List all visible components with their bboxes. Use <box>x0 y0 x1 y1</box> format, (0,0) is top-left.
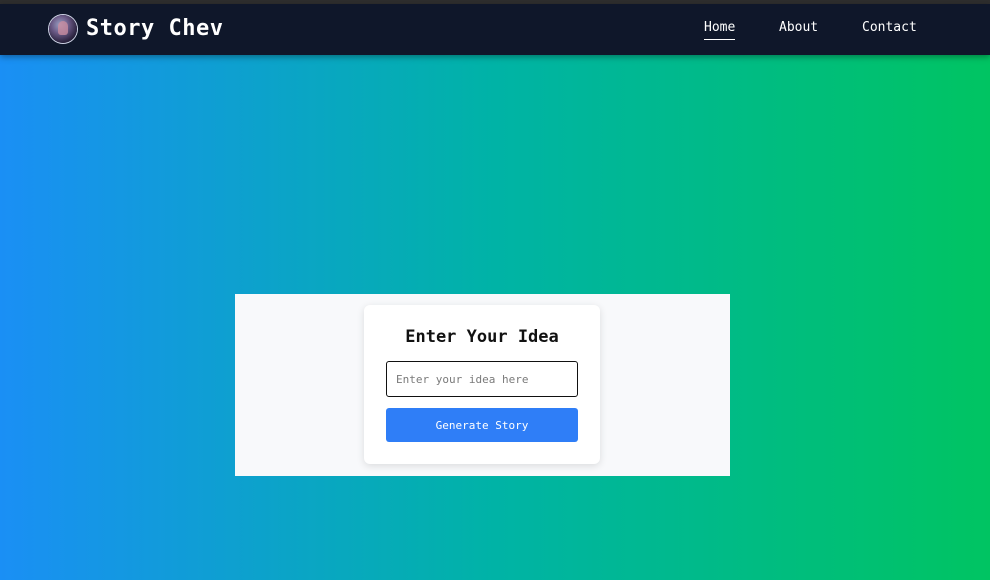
brand-title[interactable]: Story Chev <box>86 14 223 44</box>
nav-link-about[interactable]: About <box>779 19 818 37</box>
nav-link-home[interactable]: Home <box>704 19 736 40</box>
nav-link-contact[interactable]: Contact <box>862 19 917 37</box>
logo-figure <box>58 21 68 35</box>
navbar: Story Chev Home About Contact <box>0 4 990 55</box>
idea-card: Enter Your Idea Generate Story <box>364 305 600 464</box>
card-title: Enter Your Idea <box>405 327 559 347</box>
avatar-logo-icon[interactable] <box>49 15 77 43</box>
form-panel: Enter Your Idea Generate Story <box>235 294 730 476</box>
idea-input[interactable] <box>386 361 578 397</box>
generate-story-button[interactable]: Generate Story <box>386 408 578 442</box>
